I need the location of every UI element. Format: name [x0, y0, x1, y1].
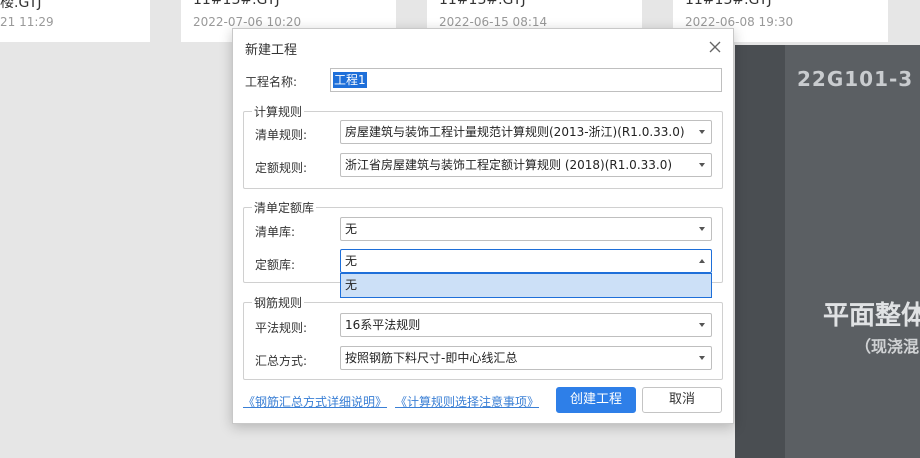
rebar-summary-help-link[interactable]: 《钢筋汇总方式详细说明》 — [243, 393, 387, 410]
quota-library-label: 定额库: — [255, 258, 296, 272]
file-date: 21 11:29 — [0, 15, 54, 29]
project-name-value: 工程1 — [333, 72, 367, 88]
chevron-up-icon — [699, 259, 705, 263]
library-legend: 清单定额库 — [254, 201, 315, 215]
flat-rule-value: 16系平法规则 — [345, 318, 421, 332]
file-name: 11#13#.GTJ — [193, 0, 280, 8]
quota-library-value: 无 — [345, 254, 358, 268]
book-subtitle: （现浇混 — [855, 337, 920, 356]
file-name: 楼.GTJ — [0, 0, 42, 11]
dialog-title: 新建工程 — [245, 43, 298, 58]
file-name: 11#13#.GTJ — [439, 0, 526, 8]
chevron-down-icon — [699, 323, 705, 327]
bill-library-value: 无 — [345, 222, 358, 236]
quota-library-dropdown: 无 — [340, 273, 712, 298]
rebar-rules-legend: 钢筋规则 — [254, 296, 303, 310]
book-title: 平面整体表 — [823, 301, 920, 331]
quota-rule-label: 定额规则: — [255, 161, 308, 175]
flat-rule-select[interactable]: 16系平法规则 — [340, 313, 712, 337]
chevron-down-icon — [699, 163, 705, 167]
summary-mode-select[interactable]: 按照钢筋下料尺寸-即中心线汇总 — [340, 346, 712, 370]
summary-mode-value: 按照钢筋下料尺寸-即中心线汇总 — [345, 351, 518, 365]
new-project-dialog: 新建工程 工程名称: 工程1 计算规则 清单规则: 房屋建筑与装饰工程计量规范计… — [232, 28, 734, 424]
summary-mode-label: 汇总方式: — [255, 354, 308, 368]
chevron-down-icon — [699, 227, 705, 231]
file-date: 2022-07-06 10:20 — [193, 15, 302, 29]
recent-file-card[interactable]: 楼.GTJ 21 11:29 — [0, 0, 150, 42]
close-icon[interactable] — [707, 39, 723, 55]
bill-rule-label: 清单规则: — [255, 128, 308, 142]
bill-rule-value: 房屋建筑与装饰工程计量规范计算规则(2013-浙江)(R1.0.33.0) — [345, 125, 685, 139]
calc-rules-legend: 计算规则 — [254, 105, 303, 119]
calc-rule-help-link[interactable]: 《计算规则选择注意事项》 — [395, 393, 539, 410]
bill-library-select[interactable]: 无 — [340, 217, 712, 241]
file-date: 2022-06-15 08:14 — [439, 15, 548, 29]
cancel-button[interactable]: 取消 — [642, 387, 722, 413]
chevron-down-icon — [699, 356, 705, 360]
dropdown-option[interactable]: 无 — [341, 274, 711, 297]
book-code: 22G101-3 — [797, 67, 914, 91]
bill-rule-select[interactable]: 房屋建筑与装饰工程计量规范计算规则(2013-浙江)(R1.0.33.0) — [340, 120, 712, 144]
quota-library-select[interactable]: 无 — [340, 249, 712, 273]
create-project-button[interactable]: 创建工程 — [556, 387, 636, 413]
bill-library-label: 清单库: — [255, 225, 296, 239]
flat-rule-label: 平法规则: — [255, 321, 308, 335]
book-cover-panel — [785, 45, 920, 458]
project-name-label: 工程名称: — [245, 75, 298, 89]
file-name: 11#13#.GTJ — [685, 0, 772, 8]
atlas-book-cover[interactable]: 22G101-3 平面整体表 （现浇混 — [735, 45, 920, 458]
project-name-input[interactable]: 工程1 — [330, 68, 722, 92]
chevron-down-icon — [699, 130, 705, 134]
quota-rule-value: 浙江省房屋建筑与装饰工程定额计算规则 (2018)(R1.0.33.0) — [345, 158, 673, 172]
quota-rule-select[interactable]: 浙江省房屋建筑与装饰工程定额计算规则 (2018)(R1.0.33.0) — [340, 153, 712, 177]
file-date: 2022-06-08 19:30 — [685, 15, 794, 29]
